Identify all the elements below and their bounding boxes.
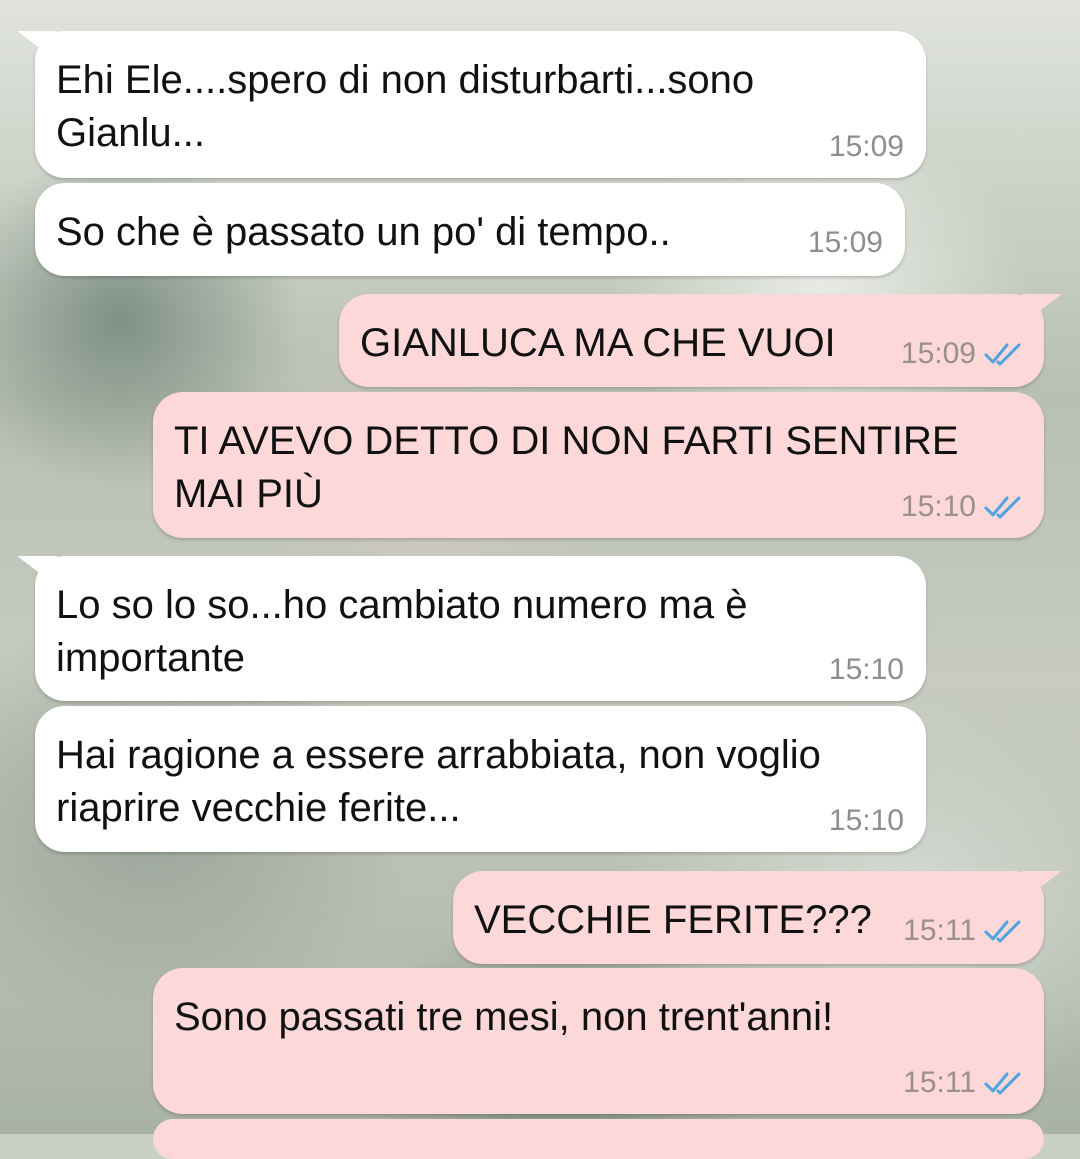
message-meta: 15:09 (829, 132, 904, 162)
message-text: Ehi Ele....spero di non disturbarti...so… (56, 58, 755, 155)
outgoing-message[interactable]: GIANLUCA MA CHE VUOI 15:09 (339, 294, 1062, 387)
incoming-message[interactable]: Ehi Ele....spero di non disturbarti...so… (17, 31, 926, 178)
message-list[interactable]: Ehi Ele....spero di non disturbarti...so… (0, 0, 1080, 1159)
outgoing-message[interactable]: Sono passati tre mesi, non trent'anni! 1… (153, 968, 1044, 1114)
bubble-tail-icon (1022, 294, 1062, 324)
message-time: 15:10 (900, 490, 976, 523)
double-check-icon (984, 343, 1021, 366)
bubble-tail-icon (17, 556, 57, 586)
message-meta: 15:10 (901, 492, 1022, 522)
message-meta: 15:11 (903, 916, 1022, 946)
message-meta: 15:09 (901, 339, 1022, 369)
message-meta: 15:09 (808, 228, 883, 258)
outgoing-message[interactable]: VECCHIE FERITE??? 15:11 (453, 871, 1062, 964)
incoming-message[interactable]: Lo so lo so...ho cambiato numero ma è im… (17, 556, 926, 701)
double-check-icon (984, 1072, 1021, 1095)
message-text: Sono passati tre mesi, non trent'anni! (174, 995, 834, 1039)
bubble-tail-icon (1022, 871, 1062, 901)
message-time: 15:09 (828, 130, 904, 163)
message-time: 15:09 (900, 337, 976, 370)
message-text: Lo so lo so...ho cambiato numero ma è im… (56, 583, 748, 680)
message-meta: 15:10 (829, 655, 904, 685)
message-text: So che è passato un po' di tempo.. (56, 210, 671, 254)
message-time: 15:09 (807, 226, 883, 259)
message-text: TI AVEVO DETTO DI NON FARTI SENTIRE MAI … (174, 419, 959, 516)
message-text: Hai ragione a essere arrabbiata, non vog… (56, 733, 821, 830)
outgoing-message-partial[interactable] (153, 1119, 1044, 1159)
incoming-message[interactable]: Hai ragione a essere arrabbiata, non vog… (35, 706, 926, 852)
message-meta: 15:11 (903, 1068, 1022, 1098)
outgoing-message[interactable]: TI AVEVO DETTO DI NON FARTI SENTIRE MAI … (153, 392, 1044, 538)
message-time: 15:11 (903, 914, 976, 947)
message-time: 15:11 (903, 1066, 976, 1099)
message-time: 15:10 (828, 653, 904, 686)
message-meta: 15:10 (829, 806, 904, 836)
double-check-icon (984, 496, 1021, 519)
incoming-message[interactable]: So che è passato un po' di tempo.. 15:09 (35, 183, 905, 276)
message-time: 15:10 (828, 804, 904, 837)
bubble-tail-icon (17, 31, 57, 61)
double-check-icon (984, 920, 1021, 943)
